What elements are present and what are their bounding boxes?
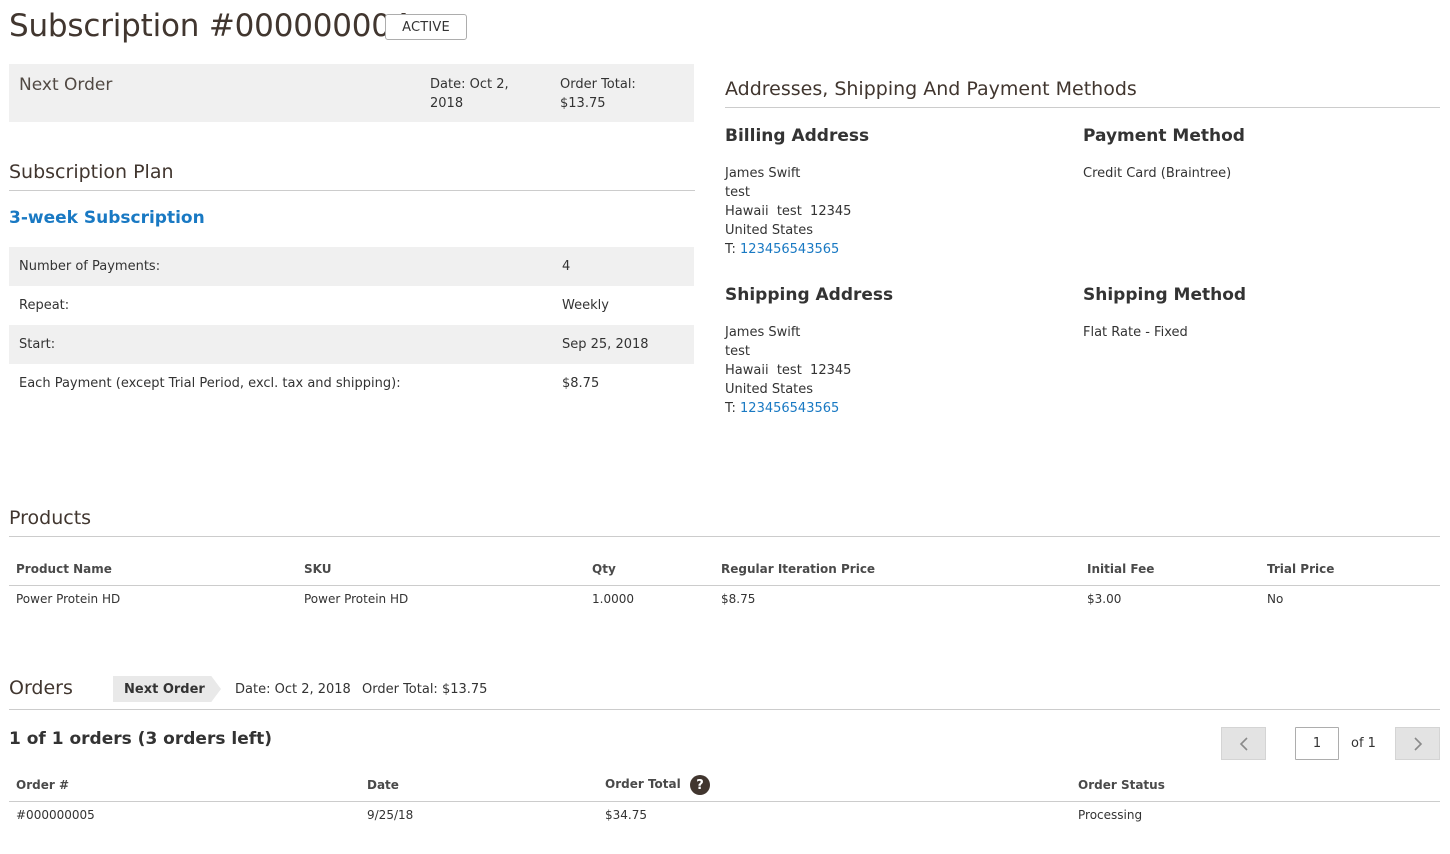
payment-method-title: Payment Method [1083, 126, 1245, 146]
plan-details-table: Number of Payments: 4 Repeat: Weekly Sta… [9, 247, 694, 403]
plan-row-start: Start: Sep 25, 2018 [9, 325, 694, 364]
products-section-title: Products [9, 507, 92, 529]
divider [9, 190, 695, 191]
order-total: $34.75 [605, 808, 647, 822]
column-header-order-total: Order Total [605, 777, 681, 791]
plan-row-label: Each Payment (except Trial Period, excl.… [19, 376, 401, 391]
shipping-line1: test [725, 344, 750, 359]
plan-row-value: 4 [562, 259, 571, 274]
column-header-regular-price: Regular Iteration Price [721, 562, 876, 576]
plan-row-value: Sep 25, 2018 [562, 337, 649, 352]
phone-prefix: T: [725, 242, 741, 257]
order-number-link[interactable]: #000000005 [16, 808, 95, 822]
payment-method-value: Credit Card (Braintree) [1083, 166, 1232, 181]
next-order-tag: Next Order [113, 676, 221, 702]
order-date: 9/25/18 [367, 808, 414, 822]
pager-prev-button[interactable] [1221, 727, 1266, 760]
shipping-phone-row: T: 123456543565 [725, 399, 851, 418]
pager-next-button[interactable] [1395, 727, 1440, 760]
plan-row-value: $8.75 [562, 376, 600, 391]
chevron-left-icon [1239, 736, 1248, 751]
column-header-product-name: Product Name [16, 562, 112, 576]
status-badge: ACTIVE [385, 14, 467, 40]
orders-next-date: Date: Oct 2, 2018 [235, 682, 351, 697]
plan-row-label: Repeat: [19, 298, 70, 313]
next-order-summary: Next Order Date: Oct 2, 2018 Order Total… [9, 64, 694, 122]
shipping-phone-link[interactable]: 123456543565 [740, 401, 839, 416]
shipping-country: United States [725, 382, 814, 397]
plan-row-each-payment: Each Payment (except Trial Period, excl.… [9, 364, 694, 403]
product-sku: Power Protein HD [304, 592, 409, 606]
order-status: Processing [1078, 808, 1143, 822]
column-header-trial-price: Trial Price [1267, 562, 1335, 576]
product-regular-price: $8.75 [721, 592, 756, 606]
shipping-method-value: Flat Rate - Fixed [1083, 325, 1188, 340]
next-order-date: Date: Oct 2, 2018 [430, 77, 509, 111]
plan-row-payments: Number of Payments: 4 [9, 247, 694, 286]
divider [9, 585, 1440, 586]
billing-name: James Swift [725, 166, 801, 181]
page-title: Subscription #000000004 [9, 8, 411, 44]
next-order-total: Order Total: $13.75 [560, 77, 636, 111]
plan-row-label: Number of Payments: [19, 259, 161, 274]
divider [9, 709, 1440, 710]
billing-phone-row: T: 123456543565 [725, 240, 851, 259]
product-trial-price: No [1267, 592, 1284, 606]
billing-address-title: Billing Address [725, 126, 870, 146]
orders-next-total: Order Total: $13.75 [362, 682, 488, 697]
column-header-initial-fee: Initial Fee [1087, 562, 1155, 576]
shipping-method-title: Shipping Method [1083, 285, 1247, 305]
plan-name-link[interactable]: 3-week Subscription [9, 208, 205, 228]
billing-country: United States [725, 223, 814, 238]
divider [9, 536, 1440, 537]
plan-row-label: Start: [19, 337, 56, 352]
divider [9, 801, 1440, 802]
shipping-address: James Swift test Hawaii test 12345 Unite… [725, 323, 851, 418]
product-qty: 1.0000 [592, 592, 634, 606]
column-header-qty: Qty [592, 562, 616, 576]
plan-row-repeat: Repeat: Weekly [9, 286, 694, 325]
subscription-plan-title: Subscription Plan [9, 161, 174, 183]
shipping-name: James Swift [725, 325, 801, 340]
billing-address: James Swift test Hawaii test 12345 Unite… [725, 164, 851, 259]
chevron-right-icon [1413, 736, 1422, 751]
column-header-order-number: Order # [16, 778, 69, 792]
column-header-date: Date [367, 778, 399, 792]
page-number-input[interactable] [1295, 727, 1339, 760]
billing-line1: test [725, 185, 750, 200]
phone-prefix: T: [725, 401, 741, 416]
shipping-line2: Hawaii test 12345 [725, 363, 852, 378]
divider [725, 107, 1440, 108]
product-name-link[interactable]: Power Protein HD [16, 592, 120, 606]
column-header-order-status: Order Status [1078, 778, 1165, 792]
next-order-label: Next Order [19, 75, 113, 95]
help-icon[interactable]: ? [690, 775, 710, 795]
addresses-section-title: Addresses, Shipping And Payment Methods [725, 78, 1137, 100]
product-initial-fee: $3.00 [1087, 592, 1122, 606]
shipping-address-title: Shipping Address [725, 285, 894, 305]
billing-phone-link[interactable]: 123456543565 [740, 242, 839, 257]
column-header-sku: SKU [304, 562, 332, 576]
plan-row-value: Weekly [562, 298, 609, 313]
billing-line2: Hawaii test 12345 [725, 204, 852, 219]
orders-section-title: Orders [9, 677, 73, 699]
pager-total: of 1 [1351, 736, 1376, 751]
orders-count: 1 of 1 orders (3 orders left) [9, 729, 273, 749]
